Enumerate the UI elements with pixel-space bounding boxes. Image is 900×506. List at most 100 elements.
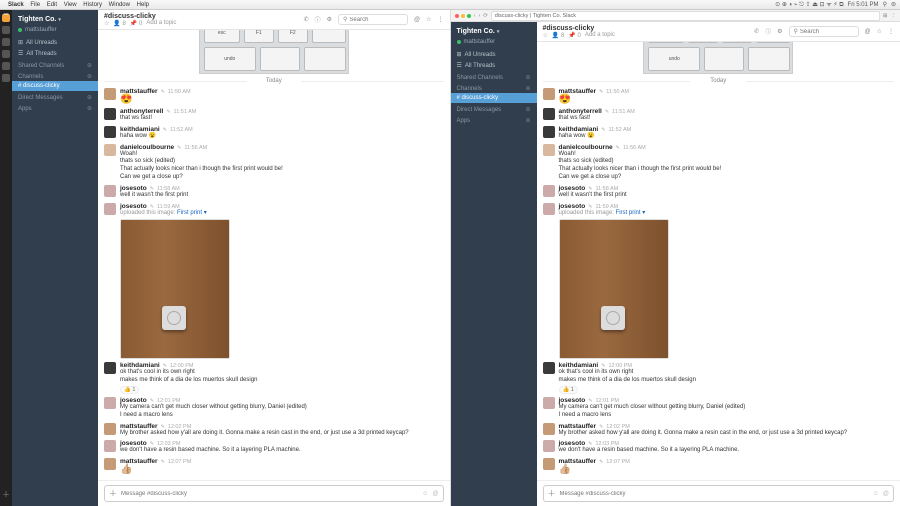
emoji-icon[interactable]: ☺ [422,491,428,497]
message-row[interactable]: josesoto ✎ 12:01 PMMy camera can't get m… [104,397,444,420]
nav-fwd-icon[interactable]: › [478,13,480,19]
menu-app[interactable]: Slack [8,2,24,8]
message-author[interactable]: danielcoulbourne [559,144,613,151]
avatar[interactable] [543,362,555,374]
message-list[interactable]: esc F1 F2 undo Today mattstauffer ✎ 11:5… [98,30,450,480]
attach-icon[interactable]: ＋ [109,488,117,499]
menu-view[interactable]: View [64,2,77,8]
message-row[interactable]: mattstauffer ✎ 11:50 AM😍 [543,88,895,105]
address-bar[interactable]: discuss-clicky | Tighten Co. Slack [491,11,880,21]
app-menus[interactable]: Slack File Edit View History Window Help [8,2,154,8]
self-presence[interactable]: mattstauffer [451,39,537,49]
avatar[interactable] [104,423,116,435]
message-author[interactable]: josesoto [559,440,586,447]
menu-history[interactable]: History [83,2,102,8]
message-row[interactable]: anthonyterrell ✎ 11:51 AMthat ws fast! [104,108,444,123]
emoji-icon[interactable]: ☺ [873,491,879,497]
attachment-name-link[interactable]: First print ▾ [616,210,646,216]
avatar[interactable] [104,397,116,409]
message-author[interactable]: keithdamiani [559,362,599,369]
message-row[interactable]: josesoto ✎ 11:58 AMwell it wasn't the fi… [543,185,895,200]
avatar[interactable] [543,88,555,100]
add-workspace-button[interactable]: ＋ [2,489,10,500]
message-row[interactable]: mattstauffer ✎ 12:02 PMMy brother asked … [543,423,895,438]
message-author[interactable]: keithdamiani [559,126,599,133]
composer-box[interactable]: ＋ ☺ @ [104,485,444,502]
message-row[interactable]: keithdamiani ✎ 12:00 PMok that's cool in… [104,362,444,394]
all-threads[interactable]: ☰ All Threads [12,48,98,59]
composer-input[interactable] [121,491,418,497]
avatar[interactable] [104,458,116,470]
traffic-lights[interactable] [455,14,471,18]
message-author[interactable]: josesoto [559,185,586,192]
menu-edit[interactable]: Edit [47,2,57,8]
section-direct-messages[interactable]: Direct Messages⊕ [12,91,98,102]
message-row[interactable]: keithdamiani ✎ 11:52 AMhaha wow 😮 [543,126,895,141]
message-author[interactable]: josesoto [120,440,147,447]
mention-icon[interactable]: @ [883,491,889,497]
message-row[interactable]: mattstauffer ✎ 11:50 AM😍 [104,88,444,105]
all-threads[interactable]: ☰ All Threads [451,60,537,71]
plus-icon[interactable]: ⊕ [87,73,92,80]
starred-icon[interactable]: ☆ [877,28,882,35]
search-box[interactable]: ⚲ [789,26,859,37]
plus-icon[interactable]: ⊕ [525,117,530,124]
search-box[interactable]: ⚲ [338,14,408,25]
avatar[interactable] [543,458,555,470]
section-shared-channels[interactable]: Shared Channels⊕ [451,71,537,82]
section-apps[interactable]: Apps⊕ [12,102,98,113]
message-row[interactable]: josesoto ✎ 12:01 PMMy camera can't get m… [543,397,895,420]
spotlight-icon[interactable]: ⚲ [883,1,887,8]
avatar[interactable] [104,440,116,452]
reaction-chip[interactable]: 👍 1 [559,386,578,394]
workspace-switcher-2[interactable] [2,26,10,34]
status-icons[interactable]: ⊙ ⊕ ◑ ⌁ ⎋ ⇪ ⏏ ⊡ ᯤ ⚡︎ ⧉ [775,0,843,9]
message-author[interactable]: danielcoulbourne [120,144,174,151]
plus-icon[interactable]: ⊕ [87,94,92,101]
clock[interactable]: Fri 5:01 PM [848,2,879,8]
message-row[interactable]: josesoto ✎ 12:03 PMwe don't have a resin… [543,440,895,455]
avatar[interactable] [104,88,116,100]
workspace-switcher-6[interactable] [2,74,10,82]
plus-icon[interactable]: ⊕ [525,74,530,81]
call-icon[interactable]: ✆ [304,16,309,23]
message-row[interactable]: josesoto ✎ 12:03 PMwe don't have a resin… [104,440,444,455]
nav-back-icon[interactable]: ‹ [474,13,476,19]
section-channels[interactable]: Channels⊕ [451,82,537,93]
image-attachment-keyboard[interactable]: esc F1 F2 undo [643,42,793,74]
message-author[interactable]: josesoto [120,185,147,192]
more-icon[interactable]: ⋮ [438,16,444,23]
avatar[interactable] [543,144,555,156]
starred-icon[interactable]: ☆ [426,16,431,23]
avatar[interactable] [104,362,116,374]
message-author[interactable]: anthonyterrell [559,108,602,115]
composer-box[interactable]: ＋ ☺@ [543,485,895,502]
image-attachment-first-print[interactable] [120,219,230,359]
workspace-switcher-3[interactable] [2,38,10,46]
message-author[interactable]: keithdamiani [120,362,160,369]
plus-icon[interactable]: ⊕ [525,106,530,113]
menu-file[interactable]: File [30,2,40,8]
mention-icon[interactable]: @ [432,491,438,497]
message-row[interactable]: keithdamiani ✎ 11:52 AMhaha wow 😮 [104,126,444,141]
workspace-switcher-4[interactable] [2,50,10,58]
workspace-menu[interactable]: Tighten Co.▾ [12,14,98,27]
add-topic[interactable]: Add a topic [146,20,176,26]
avatar[interactable] [543,126,555,138]
message-author[interactable]: josesoto [120,397,147,404]
add-topic[interactable]: Add a topic [585,32,615,38]
reload-icon[interactable]: ⟳ [483,13,488,19]
section-shared-channels[interactable]: Shared Channels⊕ [12,59,98,70]
channel-title[interactable]: #discuss-clicky [104,13,176,20]
workspace-menu[interactable]: Tighten Co.▾ [451,26,537,39]
workspace-switcher-active[interactable]: ▔ [2,14,10,22]
channel-item-discuss-clicky[interactable]: # discuss-clicky [451,93,537,103]
avatar[interactable] [104,108,116,120]
member-count[interactable]: 👤 8 [113,20,125,27]
message-author[interactable]: mattstauffer [559,423,597,430]
pin-count[interactable]: 📌 0 [130,20,142,27]
plus-icon[interactable]: ⊕ [87,105,92,112]
settings-icon[interactable]: ⚙ [327,16,332,23]
message-row[interactable]: anthonyterrell ✎ 11:51 AMthat ws fast! [543,108,895,123]
channel-title[interactable]: #discuss-clicky [543,25,615,32]
